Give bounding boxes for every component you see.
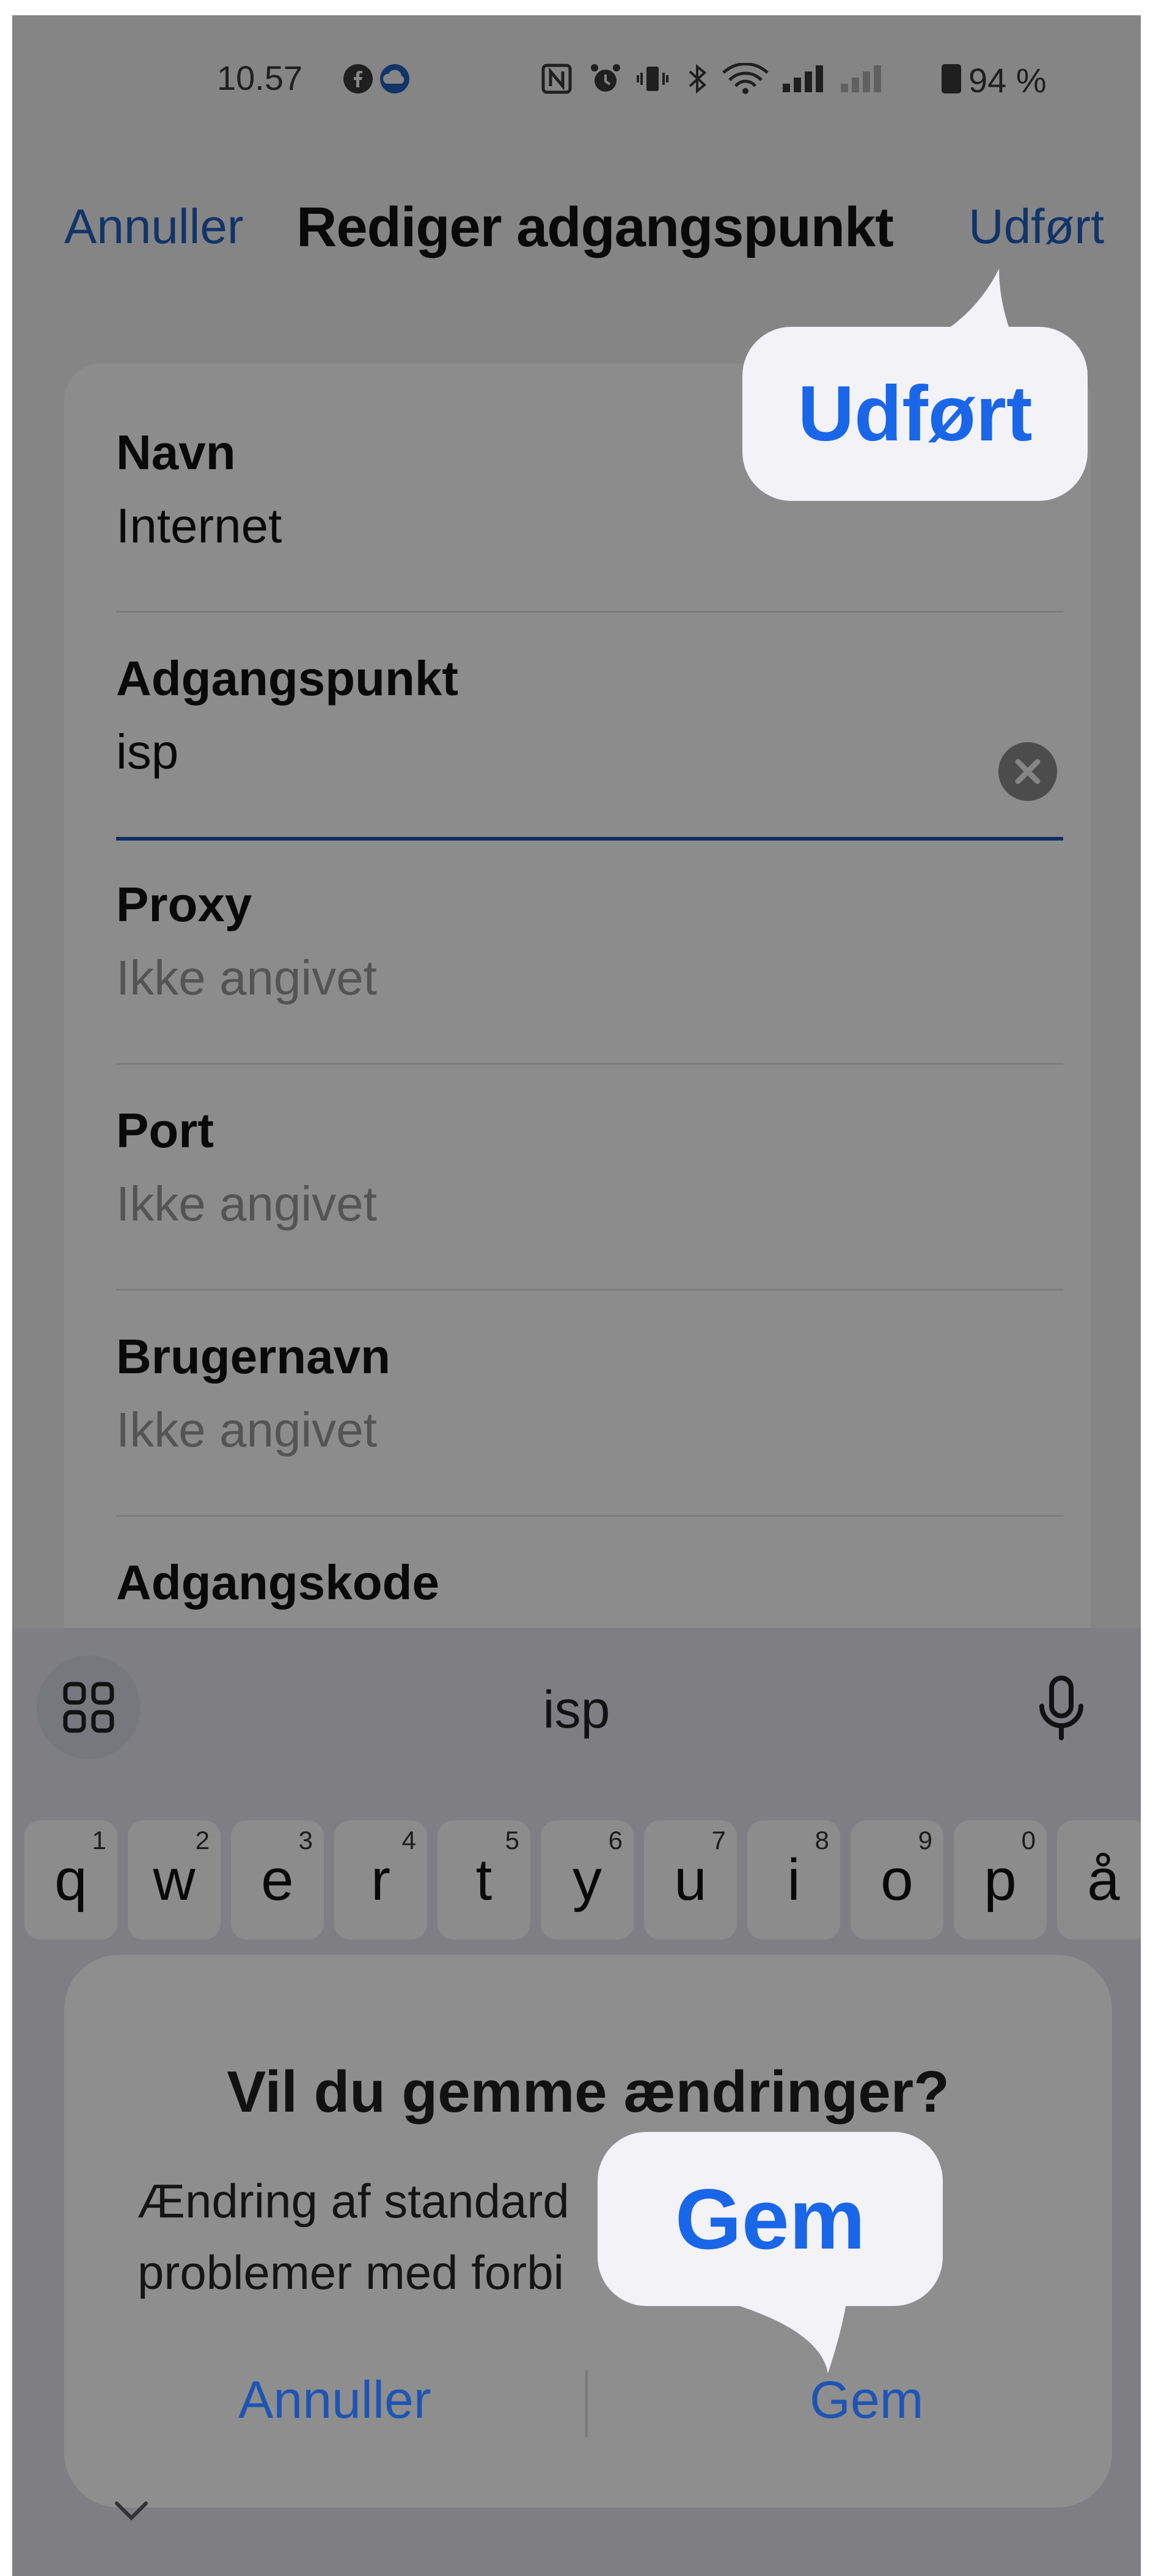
save-changes-dialog: Vil du gemme ændringer? Ændring af stand… <box>64 1955 1112 2508</box>
phone-screen: 10.57 94 % Annuller Rediger adgangspunkt… <box>12 15 1141 2576</box>
callout-pointer <box>730 2303 846 2373</box>
dialog-title: Vil du gemme ændringer? <box>227 2059 950 2125</box>
button-divider <box>585 2370 588 2437</box>
chevron-down-icon[interactable] <box>113 2498 150 2523</box>
callout-save: Gem <box>598 2132 943 2306</box>
dialog-save-button[interactable]: Gem <box>810 2370 923 2431</box>
callout-done: Udført <box>742 327 1088 501</box>
dialog-cancel-button[interactable]: Annuller <box>238 2370 431 2431</box>
